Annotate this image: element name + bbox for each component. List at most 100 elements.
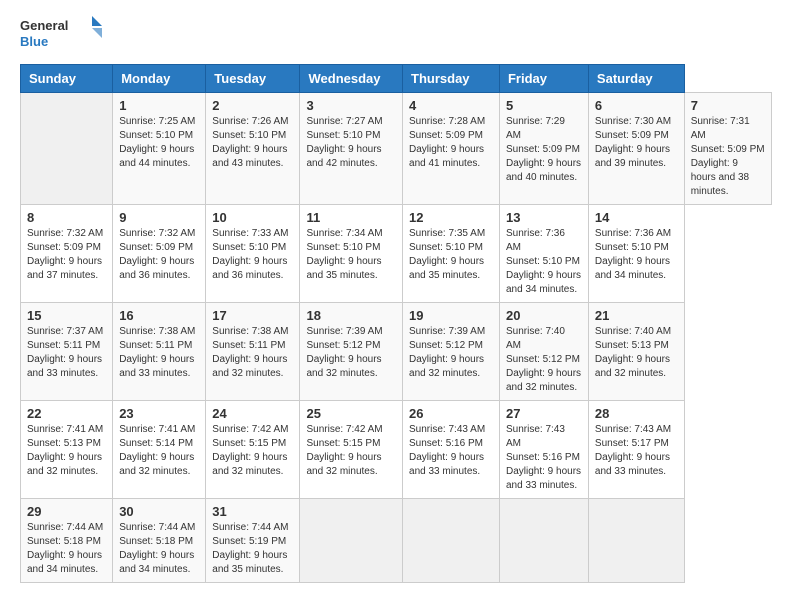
calendar-week-row: 29 Sunrise: 7:44 AMSunset: 5:18 PMDayligh… (21, 499, 772, 583)
calendar-day-cell: 20Sunrise: 7:40 AMSunset: 5:12 PMDayligh… (499, 303, 588, 401)
logo: General Blue (20, 16, 110, 54)
day-info: Sunrise: 7:32 AMSunset: 5:09 PMDaylight:… (119, 227, 199, 283)
day-number: 26 (409, 406, 493, 421)
day-number: 8 (27, 210, 106, 225)
calendar-day-cell: 24 Sunrise: 7:42 AMSunset: 5:15 PMDayligh… (206, 401, 300, 499)
day-number: 7 (691, 98, 765, 113)
day-number: 3 (306, 98, 396, 113)
calendar-day-cell: 29 Sunrise: 7:44 AMSunset: 5:18 PMDayligh… (21, 499, 113, 583)
calendar-day-cell: 1Sunrise: 7:25 AMSunset: 5:10 PMDaylight… (113, 93, 206, 205)
day-number: 17 (212, 308, 293, 323)
day-info: Sunrise: 7:32 AMSunset: 5:09 PMDaylight:… (27, 227, 106, 283)
calendar-day-cell: 25 Sunrise: 7:42 AMSunset: 5:15 PMDayligh… (300, 401, 403, 499)
calendar-day-cell (403, 499, 500, 583)
day-number: 28 (595, 406, 678, 421)
svg-text:General: General (20, 18, 68, 33)
day-number: 5 (506, 98, 582, 113)
calendar-day-cell: 30Sunrise: 7:44 AMSunset: 5:18 PMDayligh… (113, 499, 206, 583)
calendar-week-row: 1Sunrise: 7:25 AMSunset: 5:10 PMDaylight… (21, 93, 772, 205)
day-number: 25 (306, 406, 396, 421)
day-info: Sunrise: 7:39 AMSunset: 5:12 PMDaylight:… (409, 325, 493, 381)
svg-text:Blue: Blue (20, 34, 48, 49)
day-number: 2 (212, 98, 293, 113)
day-number: 10 (212, 210, 293, 225)
header-day: Thursday (403, 65, 500, 93)
day-number: 31 (212, 504, 293, 519)
calendar-week-row: 8 Sunrise: 7:32 AMSunset: 5:09 PMDaylight… (21, 205, 772, 303)
calendar-day-cell (300, 499, 403, 583)
day-info: Sunrise: 7:42 AMSunset: 5:15 PMDaylight:… (306, 423, 396, 479)
day-info: Sunrise: 7:25 AMSunset: 5:10 PMDaylight:… (119, 115, 199, 171)
day-number: 6 (595, 98, 678, 113)
day-info: Sunrise: 7:26 AMSunset: 5:10 PMDaylight:… (212, 115, 293, 171)
day-info: Sunrise: 7:41 AMSunset: 5:14 PMDaylight:… (119, 423, 199, 479)
calendar-day-cell (588, 499, 684, 583)
day-info: Sunrise: 7:27 AMSunset: 5:10 PMDaylight:… (306, 115, 396, 171)
day-number: 22 (27, 406, 106, 421)
calendar-day-cell: 6 Sunrise: 7:30 AMSunset: 5:09 PMDaylight… (588, 93, 684, 205)
logo-svg: General Blue (20, 16, 110, 54)
day-number: 14 (595, 210, 678, 225)
day-info: Sunrise: 7:44 AMSunset: 5:19 PMDaylight:… (212, 521, 293, 577)
day-info: Sunrise: 7:31 AMSunset: 5:09 PMDaylight:… (691, 115, 765, 199)
day-number: 24 (212, 406, 293, 421)
day-info: Sunrise: 7:36 AMSunset: 5:10 PMDaylight:… (506, 227, 582, 297)
day-info: Sunrise: 7:37 AMSunset: 5:11 PMDaylight:… (27, 325, 106, 381)
day-number: 23 (119, 406, 199, 421)
calendar-day-cell: 31 Sunrise: 7:44 AMSunset: 5:19 PMDayligh… (206, 499, 300, 583)
day-info: Sunrise: 7:42 AMSunset: 5:15 PMDaylight:… (212, 423, 293, 479)
day-number: 15 (27, 308, 106, 323)
calendar-day-cell: 10 Sunrise: 7:33 AMSunset: 5:10 PMDayligh… (206, 205, 300, 303)
day-info: Sunrise: 7:30 AMSunset: 5:09 PMDaylight:… (595, 115, 678, 171)
calendar-day-cell: 27Sunrise: 7:43 AMSunset: 5:16 PMDayligh… (499, 401, 588, 499)
day-number: 30 (119, 504, 199, 519)
calendar-day-cell: 14 Sunrise: 7:36 AMSunset: 5:10 PMDayligh… (588, 205, 684, 303)
calendar-day-cell: 8 Sunrise: 7:32 AMSunset: 5:09 PMDaylight… (21, 205, 113, 303)
header-row: SundayMondayTuesdayWednesdayThursdayFrid… (21, 65, 772, 93)
day-number: 16 (119, 308, 199, 323)
day-number: 4 (409, 98, 493, 113)
calendar-day-cell: 22 Sunrise: 7:41 AMSunset: 5:13 PMDayligh… (21, 401, 113, 499)
day-number: 12 (409, 210, 493, 225)
calendar-day-cell: 15 Sunrise: 7:37 AMSunset: 5:11 PMDayligh… (21, 303, 113, 401)
calendar-day-cell: 16Sunrise: 7:38 AMSunset: 5:11 PMDayligh… (113, 303, 206, 401)
day-number: 29 (27, 504, 106, 519)
calendar-day-cell: 17 Sunrise: 7:38 AMSunset: 5:11 PMDayligh… (206, 303, 300, 401)
day-number: 19 (409, 308, 493, 323)
day-number: 27 (506, 406, 582, 421)
day-number: 11 (306, 210, 396, 225)
calendar-day-cell (499, 499, 588, 583)
day-info: Sunrise: 7:28 AMSunset: 5:09 PMDaylight:… (409, 115, 493, 171)
day-info: Sunrise: 7:29 AMSunset: 5:09 PMDaylight:… (506, 115, 582, 185)
calendar-day-cell: 7 Sunrise: 7:31 AMSunset: 5:09 PMDaylight… (684, 93, 771, 205)
calendar-day-cell: 26 Sunrise: 7:43 AMSunset: 5:16 PMDayligh… (403, 401, 500, 499)
calendar-day-cell: 23 Sunrise: 7:41 AMSunset: 5:14 PMDayligh… (113, 401, 206, 499)
header-day: Monday (113, 65, 206, 93)
calendar-day-cell: 5 Sunrise: 7:29 AMSunset: 5:09 PMDaylight… (499, 93, 588, 205)
day-info: Sunrise: 7:38 AMSunset: 5:11 PMDaylight:… (212, 325, 293, 381)
day-number: 13 (506, 210, 582, 225)
calendar-day-cell: 21Sunrise: 7:40 AMSunset: 5:13 PMDayligh… (588, 303, 684, 401)
calendar-day-cell: 28 Sunrise: 7:43 AMSunset: 5:17 PMDayligh… (588, 401, 684, 499)
day-info: Sunrise: 7:41 AMSunset: 5:13 PMDaylight:… (27, 423, 106, 479)
day-info: Sunrise: 7:43 AMSunset: 5:17 PMDaylight:… (595, 423, 678, 479)
calendar-day-cell (21, 93, 113, 205)
header-day: Friday (499, 65, 588, 93)
calendar-day-cell: 18Sunrise: 7:39 AMSunset: 5:12 PMDayligh… (300, 303, 403, 401)
calendar-day-cell: 12 Sunrise: 7:35 AMSunset: 5:10 PMDayligh… (403, 205, 500, 303)
day-number: 9 (119, 210, 199, 225)
day-info: Sunrise: 7:33 AMSunset: 5:10 PMDaylight:… (212, 227, 293, 283)
calendar-week-row: 22 Sunrise: 7:41 AMSunset: 5:13 PMDayligh… (21, 401, 772, 499)
header-day: Saturday (588, 65, 684, 93)
header-day: Wednesday (300, 65, 403, 93)
day-info: Sunrise: 7:43 AMSunset: 5:16 PMDaylight:… (409, 423, 493, 479)
day-number: 21 (595, 308, 678, 323)
calendar-table: SundayMondayTuesdayWednesdayThursdayFrid… (20, 64, 772, 583)
day-info: Sunrise: 7:44 AMSunset: 5:18 PMDaylight:… (27, 521, 106, 577)
calendar-week-row: 15 Sunrise: 7:37 AMSunset: 5:11 PMDayligh… (21, 303, 772, 401)
header-day: Sunday (21, 65, 113, 93)
day-info: Sunrise: 7:36 AMSunset: 5:10 PMDaylight:… (595, 227, 678, 283)
page-header: General Blue (20, 16, 772, 54)
day-info: Sunrise: 7:34 AMSunset: 5:10 PMDaylight:… (306, 227, 396, 283)
day-info: Sunrise: 7:35 AMSunset: 5:10 PMDaylight:… (409, 227, 493, 283)
